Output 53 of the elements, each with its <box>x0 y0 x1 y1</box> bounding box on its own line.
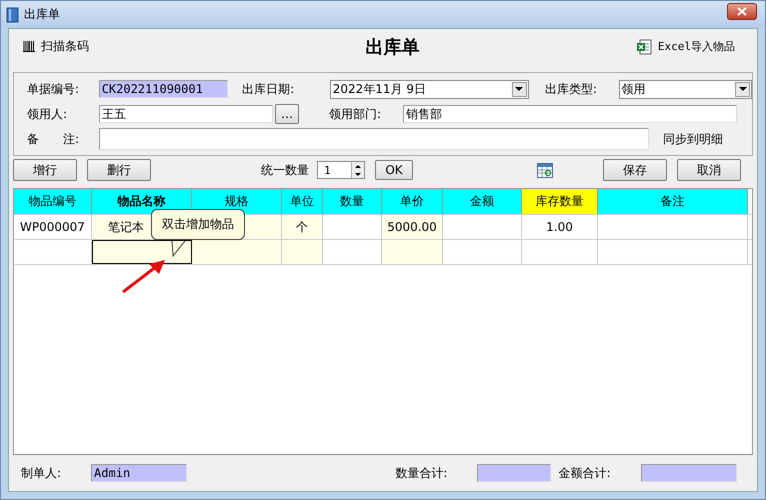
quantity-total-label: 数量合计: <box>395 464 448 482</box>
dropdown-arrow-icon <box>738 87 746 91</box>
column-header[interactable]: 单价 <box>382 189 443 214</box>
down-arrow-icon <box>355 172 361 176</box>
quantity-total-field[interactable] <box>477 464 551 482</box>
note-label: 备 注: <box>26 130 80 148</box>
doc-number-label: 单据编号: <box>26 80 80 98</box>
table-cell: 个 <box>282 215 323 239</box>
table-cell: 1.00 <box>522 215 598 239</box>
table-refresh-icon[interactable] <box>537 162 553 178</box>
cancel-button[interactable]: 取消 <box>677 159 741 181</box>
barcode-icon <box>23 41 35 52</box>
quantity-spinner[interactable]: 1 <box>317 161 365 179</box>
delete-row-button[interactable]: 删行 <box>87 159 151 181</box>
type-label: 出库类型: <box>544 80 598 98</box>
ok-button[interactable]: OK <box>375 160 413 180</box>
quantity-label: 统一数量 <box>261 162 309 178</box>
column-header[interactable]: 单位 <box>282 189 323 214</box>
creator-field[interactable]: Admin <box>91 464 188 482</box>
column-header[interactable]: 物品编号 <box>14 189 92 214</box>
up-arrow-icon <box>355 164 361 168</box>
department-field[interactable]: 销售部 <box>403 105 737 123</box>
add-row-button[interactable]: 增行 <box>13 159 77 181</box>
scan-barcode-button[interactable]: 扫描条码 <box>21 36 91 57</box>
sync-to-details-label: 同步到明细 <box>663 130 723 148</box>
window-title: 出库单 <box>24 6 61 23</box>
browse-button[interactable]: … <box>275 104 299 124</box>
recipient-field[interactable]: 王五 <box>99 105 273 123</box>
doc-number-field[interactable]: CK202211090001 <box>98 80 228 98</box>
department-label: 领用部门: <box>328 106 382 122</box>
amount-total-label: 金额合计: <box>558 464 611 482</box>
column-header[interactable]: 金额 <box>443 189 522 214</box>
dropdown-arrow-icon <box>515 87 524 91</box>
excel-import-button[interactable]: Excel导入物品 <box>634 36 737 56</box>
date-dropdown[interactable]: 2022年11月 9日 <box>330 80 529 98</box>
table-cell: 5000.00 <box>382 215 443 239</box>
book-icon <box>6 6 20 22</box>
close-button[interactable] <box>727 3 757 20</box>
spreadsheet-icon <box>636 38 652 54</box>
amount-total-field[interactable] <box>640 464 738 482</box>
column-header[interactable]: 数量 <box>323 189 382 214</box>
form-heading: 出库单 <box>365 36 420 58</box>
recipient-label: 领用人: <box>26 106 68 122</box>
note-field[interactable] <box>99 128 649 150</box>
date-label: 出库日期: <box>241 80 296 98</box>
column-header[interactable]: 备注 <box>598 189 748 214</box>
column-header[interactable]: 库存数量 <box>522 189 598 214</box>
save-button[interactable]: 保存 <box>603 159 667 181</box>
creator-label: 制单人: <box>21 464 62 482</box>
column-header[interactable]: 物品名称 <box>92 189 192 214</box>
type-dropdown[interactable]: 领用 <box>618 80 752 98</box>
arrow-drawing <box>121 258 167 294</box>
close-icon <box>737 7 747 16</box>
